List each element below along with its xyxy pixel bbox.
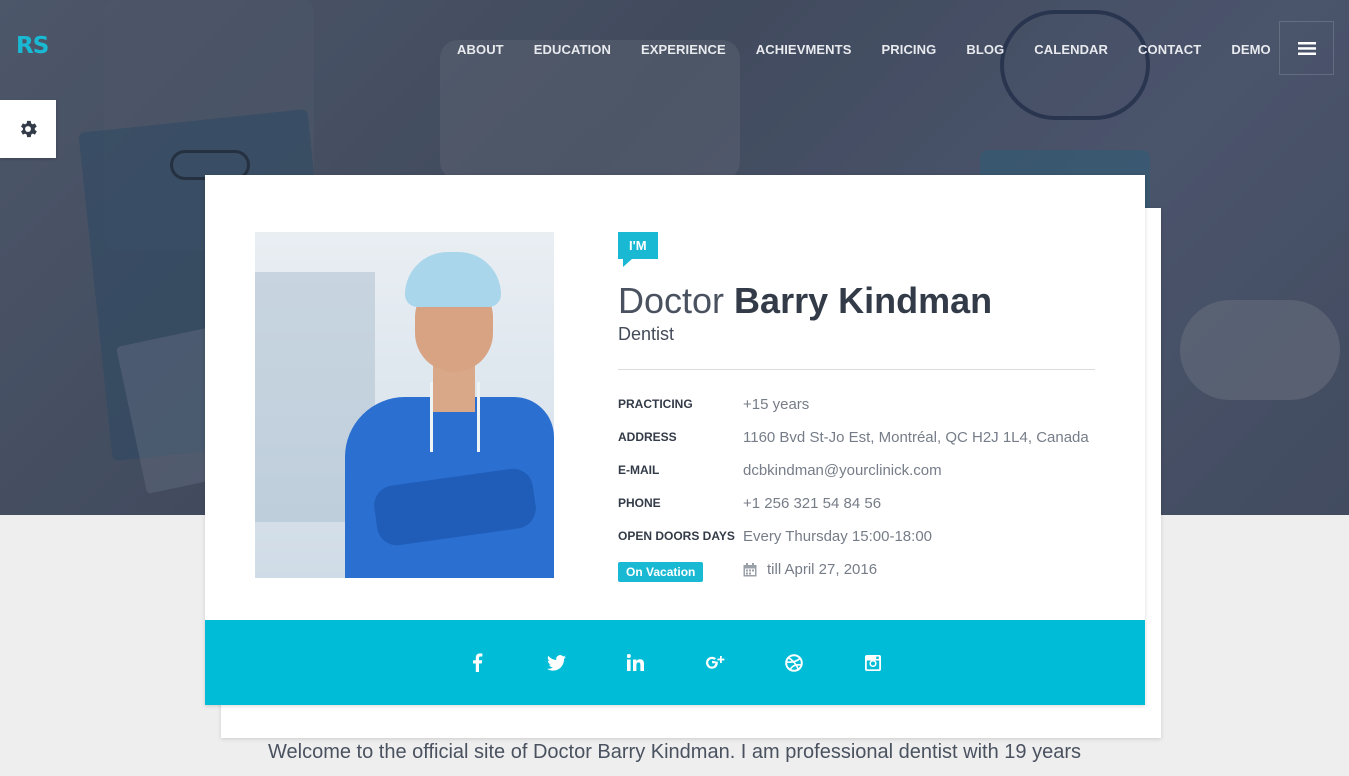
info-row-email: E-MAIL dcbkindman@yourclinick.com — [618, 462, 1095, 495]
nav-about[interactable]: ABOUT — [457, 42, 504, 57]
info-row-address: ADDRESS 1160 Bvd St-Jo Est, Montréal, QC… — [618, 429, 1095, 462]
calendar-icon — [743, 562, 757, 576]
im-tag: I'M — [618, 232, 658, 267]
instagram-icon[interactable] — [853, 654, 892, 672]
logo-part-rs: RS — [16, 33, 49, 59]
nav-experience[interactable]: EXPERIENCE — [641, 42, 726, 57]
email-link[interactable]: dcbkindman@yourclinick.com — [743, 462, 942, 479]
nav-blog[interactable]: BLOG — [966, 42, 1004, 57]
info-label: ADDRESS — [618, 430, 677, 444]
gear-icon — [21, 120, 37, 138]
specialty: Dentist — [618, 324, 675, 344]
doctor-name: Doctor Barry Kindman — [618, 280, 1095, 322]
welcome-text: Welcome to the official site of Doctor B… — [268, 741, 1081, 763]
name-prefix: Doctor — [618, 280, 725, 321]
settings-button[interactable] — [0, 100, 56, 158]
info-row-phone: PHONE +1 256 321 54 84 56 — [618, 495, 1095, 528]
google-plus-icon[interactable] — [695, 653, 734, 672]
vacation-date: till April 27, 2016 — [743, 561, 877, 578]
divider — [618, 369, 1095, 370]
hamburger-icon — [1297, 41, 1316, 55]
info-label: PRACTICING — [618, 397, 693, 411]
info-value: +15 years — [743, 396, 810, 413]
info-label: PHONE — [618, 496, 661, 510]
vacation-until: till April 27, 2016 — [767, 561, 878, 578]
menu-button[interactable] — [1279, 21, 1334, 75]
info-value: +1 256 321 54 84 56 — [743, 495, 882, 512]
info-value: Every Thursday 15:00-18:00 — [743, 528, 933, 545]
info-label: E-MAIL — [618, 463, 660, 477]
nav-calendar[interactable]: CALENDAR — [1034, 42, 1108, 57]
main-nav: ABOUT EDUCATION EXPERIENCE ACHIEVMENTS P… — [457, 42, 1301, 57]
info-value: 1160 Bvd St-Jo Est, Montréal, QC H2J 1L4… — [743, 429, 1089, 446]
nav-education[interactable]: EDUCATION — [534, 42, 611, 57]
nav-achievments[interactable]: ACHIEVMENTS — [756, 42, 852, 57]
info-list: PRACTICING +15 years ADDRESS 1160 Bvd St… — [618, 396, 1095, 594]
info-row-open-days: OPEN DOORS DAYS Every Thursday 15:00-18:… — [618, 528, 1095, 561]
linkedin-icon[interactable] — [616, 654, 655, 671]
nav-contact[interactable]: CONTACT — [1138, 42, 1201, 57]
profile-card: I'M Doctor Barry Kindman Dentist PRACTIC… — [205, 175, 1145, 705]
nav-pricing[interactable]: PRICING — [881, 42, 936, 57]
info-row-practicing: PRACTICING +15 years — [618, 396, 1095, 429]
vacation-badge: On Vacation — [618, 562, 704, 582]
nav-demo[interactable]: DEMO — [1231, 42, 1270, 57]
info-row-vacation: On Vacation till April 27, 2016 — [618, 561, 1095, 594]
name-full: Barry Kindman — [734, 280, 993, 321]
twitter-icon[interactable] — [537, 654, 576, 671]
facebook-icon[interactable] — [458, 653, 497, 672]
profile-info: I'M Doctor Barry Kindman Dentist PRACTIC… — [618, 232, 1095, 594]
social-bar — [205, 620, 1145, 705]
dribbble-icon[interactable] — [774, 653, 813, 672]
site-logo[interactable]: RScard — [16, 33, 1161, 738]
doctor-photo — [255, 232, 554, 578]
vacation-badge-wrap: On Vacation — [618, 561, 743, 582]
info-label: OPEN DOORS DAYS — [618, 529, 735, 543]
